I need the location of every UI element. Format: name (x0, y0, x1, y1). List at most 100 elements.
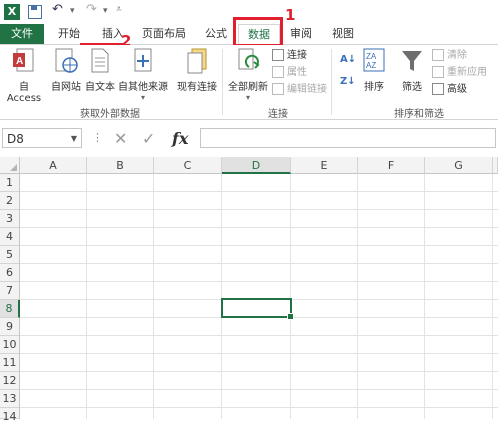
gridline (20, 353, 498, 354)
gridline (357, 174, 358, 419)
gridline (153, 174, 154, 419)
reapply-icon (432, 66, 444, 78)
name-box-value: D8 (7, 132, 24, 146)
clear-button[interactable]: 清除 (432, 49, 467, 63)
row-header-6[interactable]: 6 (0, 264, 20, 282)
refresh-all-button[interactable]: 全部刷新 ▾ (226, 47, 270, 102)
existing-connections-icon (187, 48, 207, 74)
enter-entry-icon[interactable]: ✓ (142, 129, 155, 148)
existing-connections-label: 现有连接 (177, 82, 217, 93)
group-separator (331, 49, 332, 115)
column-header-b[interactable]: B (87, 157, 154, 174)
redo-dropdown-icon[interactable]: ▾ (103, 6, 108, 16)
undo-dropdown-icon[interactable]: ▾ (70, 6, 75, 16)
row-header-4[interactable]: 4 (0, 228, 20, 246)
column-header-d[interactable]: D (222, 157, 291, 174)
column-header-f[interactable]: F (358, 157, 425, 174)
from-access-button[interactable]: A 自 Access (2, 47, 46, 104)
sort-icon: ZA AZ (363, 48, 385, 72)
name-box[interactable]: D8 ▼ (2, 128, 82, 148)
sort-label: 排序 (364, 82, 384, 93)
name-box-dropdown-icon[interactable]: ▼ (71, 129, 77, 149)
advanced-label: 高级 (447, 84, 467, 95)
from-text-label: 自文本 (85, 82, 115, 93)
advanced-button[interactable]: 高级 (432, 83, 467, 97)
row-header-1[interactable]: 1 (0, 174, 20, 192)
worksheet-grid[interactable]: A B C D E F G 1 2 3 4 5 6 7 8 9 10 11 12… (0, 157, 498, 423)
undo-icon[interactable]: ↶ (52, 2, 63, 17)
annotation-label-1: 1 (285, 6, 296, 24)
tab-review[interactable]: 审阅 (284, 24, 318, 44)
connections-button[interactable]: 连接 (272, 49, 307, 63)
gridline (20, 209, 498, 210)
insert-function-button[interactable]: fx (172, 129, 188, 148)
gridline (86, 174, 87, 419)
redo-icon[interactable]: ↷ (86, 2, 97, 17)
row-header-9[interactable]: 9 (0, 318, 20, 336)
sort-button[interactable]: ZA AZ 排序 (360, 47, 388, 93)
refresh-all-label: 全部刷新 (228, 82, 268, 93)
reapply-label: 重新应用 (447, 67, 487, 78)
row-header-13[interactable]: 13 (0, 390, 20, 408)
gridline (20, 245, 498, 246)
group-label-sort-filter: 排序和筛选 (394, 109, 444, 120)
gridline (20, 371, 498, 372)
web-icon (55, 48, 78, 73)
column-header-c[interactable]: C (154, 157, 222, 174)
tab-view[interactable]: 视图 (326, 24, 360, 44)
properties-button[interactable]: 属性 (272, 66, 307, 80)
from-text-button[interactable]: 自文本 (84, 47, 116, 93)
row-header-3[interactable]: 3 (0, 210, 20, 228)
refresh-all-dropdown-icon: ▾ (245, 93, 250, 102)
gridline (492, 174, 493, 419)
gridline (290, 174, 291, 419)
reapply-button[interactable]: 重新应用 (432, 66, 487, 80)
from-web-button[interactable]: 自网站 (50, 47, 82, 93)
column-header-a[interactable]: A (20, 157, 87, 174)
tab-home[interactable]: 开始 (52, 24, 86, 44)
gridline (20, 263, 498, 264)
customize-qat-icon[interactable]: ⩡ (116, 4, 122, 15)
gridline (20, 227, 498, 228)
select-all-button[interactable] (0, 157, 20, 174)
row-header-8[interactable]: 8 (0, 300, 20, 318)
from-other-sources-label: 自其他来源 (118, 82, 168, 93)
from-other-sources-button[interactable]: 自其他来源 ▾ (118, 47, 168, 102)
other-sources-icon (134, 48, 152, 72)
edit-links-label: 编辑链接 (287, 84, 327, 95)
sort-ascending-icon[interactable]: A↓ (340, 53, 356, 67)
existing-connections-button[interactable]: 现有连接 (174, 47, 220, 93)
gridline (20, 191, 498, 192)
gridline (20, 281, 498, 282)
access-icon: A (13, 48, 34, 72)
selected-cell-d8[interactable] (221, 298, 294, 320)
edit-links-button[interactable]: 编辑链接 (272, 83, 327, 97)
clear-label: 清除 (447, 50, 467, 61)
gridline (20, 335, 498, 336)
row-header-7[interactable]: 7 (0, 282, 20, 300)
formula-bar-grip-icon[interactable]: ⋮ (92, 131, 103, 144)
column-header-partial[interactable] (493, 157, 498, 174)
gridline (424, 174, 425, 419)
excel-app-icon: X (4, 4, 20, 20)
cancel-entry-icon[interactable]: ✕ (114, 129, 127, 148)
row-header-10[interactable]: 10 (0, 336, 20, 354)
group-label-connections: 连接 (268, 109, 288, 120)
filter-button[interactable]: 筛选 (398, 47, 426, 93)
row-header-14[interactable]: 14 (0, 408, 20, 423)
sort-descending-icon[interactable]: Z↓ (340, 75, 356, 89)
connections-label: 连接 (287, 50, 307, 61)
save-icon[interactable] (28, 5, 42, 19)
edit-links-icon (272, 83, 284, 95)
row-header-2[interactable]: 2 (0, 192, 20, 210)
formula-input[interactable] (200, 128, 496, 148)
column-header-e[interactable]: E (291, 157, 358, 174)
column-header-g[interactable]: G (425, 157, 493, 174)
row-header-5[interactable]: 5 (0, 246, 20, 264)
tab-page-layout[interactable]: 页面布局 (138, 24, 190, 44)
clear-filter-icon (432, 49, 444, 61)
row-header-12[interactable]: 12 (0, 372, 20, 390)
row-header-11[interactable]: 11 (0, 354, 20, 372)
tab-file[interactable]: 文件 (0, 24, 44, 44)
tab-formulas[interactable]: 公式 (200, 24, 232, 44)
